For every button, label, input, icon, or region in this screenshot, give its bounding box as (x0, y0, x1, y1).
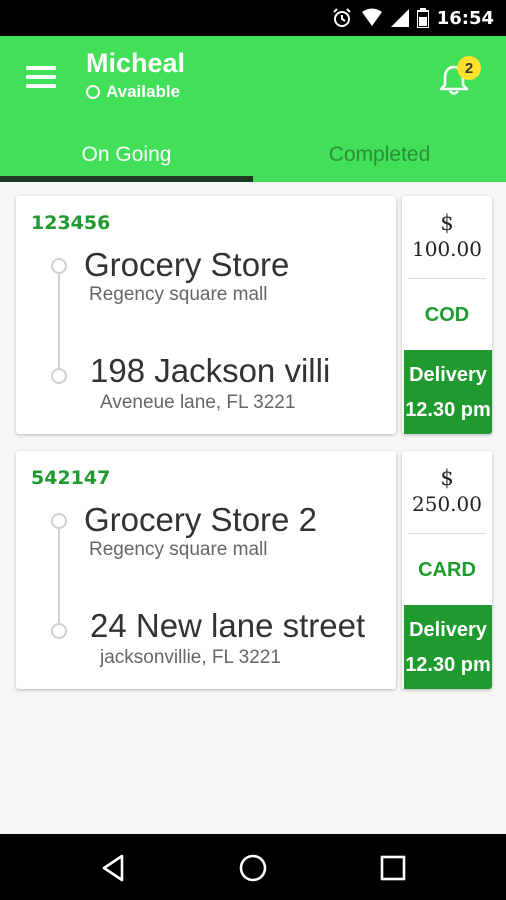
pickup-dot-icon (51, 513, 67, 529)
drop-address: Aveneue lane, FL 3221 (100, 392, 296, 413)
recents-icon[interactable] (377, 852, 409, 884)
delivery-time: 12.30 pm (405, 399, 491, 421)
user-name: Micheal (86, 48, 186, 78)
delivery-label: Delivery (409, 364, 487, 386)
status-time: 16:54 (436, 7, 494, 29)
system-nav-bar (0, 834, 506, 900)
alarm-icon (332, 8, 351, 27)
route-line (58, 266, 60, 376)
wifi-icon (361, 8, 382, 26)
app-bar: Micheal Available 2 On Going Completed (0, 36, 506, 182)
drop-address: jacksonvillie, FL 3221 (100, 647, 281, 668)
status-icons: 16:54 (331, 0, 494, 36)
menu-icon[interactable] (26, 64, 56, 90)
notification-badge: 2 (457, 56, 481, 80)
price-amount: 100.00 (412, 237, 482, 261)
order-summary: $ 100.00 COD Delivery 12.30 pm (402, 196, 492, 434)
pickup-address: Regency square mall (89, 539, 268, 560)
payment-method: COD (424, 304, 470, 326)
price-amount: 250.00 (412, 492, 482, 516)
tab-completed[interactable]: Completed (253, 128, 506, 182)
tab-bar: On Going Completed (0, 128, 506, 182)
pickup-address: Regency square mall (89, 284, 268, 305)
price-currency: $ (440, 211, 454, 235)
payment-method: CARD (418, 559, 476, 581)
delivery-time-badge: Delivery 12.30 pm (404, 350, 492, 434)
order-details[interactable]: 542147 Grocery Store 2 Regency square ma… (16, 451, 396, 689)
order-price: $ 250.00 (402, 465, 492, 517)
home-icon[interactable] (237, 852, 269, 884)
order-summary: $ 250.00 CARD Delivery 12.30 pm (402, 451, 492, 689)
tab-on-going[interactable]: On Going (0, 128, 253, 182)
delivery-label: Delivery (409, 619, 487, 641)
drop-name: 198 Jackson villi (90, 352, 331, 389)
status-ring-icon (86, 85, 100, 99)
delivery-time-badge: Delivery 12.30 pm (404, 605, 492, 689)
user-status[interactable]: Available (86, 82, 180, 102)
pickup-name: Grocery Store (84, 246, 290, 283)
order-id: 542147 (31, 467, 111, 489)
order-price: $ 100.00 (402, 210, 492, 262)
battery-icon (416, 8, 429, 28)
signal-icon (390, 9, 409, 27)
delivery-time: 12.30 pm (405, 654, 491, 676)
price-currency: $ (440, 466, 454, 490)
back-icon[interactable] (98, 852, 130, 884)
pickup-name: Grocery Store 2 (84, 501, 317, 538)
user-status-label: Available (106, 82, 181, 101)
drop-dot-icon (51, 368, 67, 384)
order-id: 123456 (31, 212, 111, 234)
drop-dot-icon (51, 623, 67, 639)
drop-name: 24 New lane street (90, 607, 366, 644)
status-bar: 16:54 (0, 0, 506, 36)
pickup-dot-icon (51, 258, 67, 274)
route-line (58, 521, 60, 631)
divider (408, 533, 486, 534)
divider (408, 278, 486, 279)
order-details[interactable]: 123456 Grocery Store Regency square mall… (16, 196, 396, 434)
